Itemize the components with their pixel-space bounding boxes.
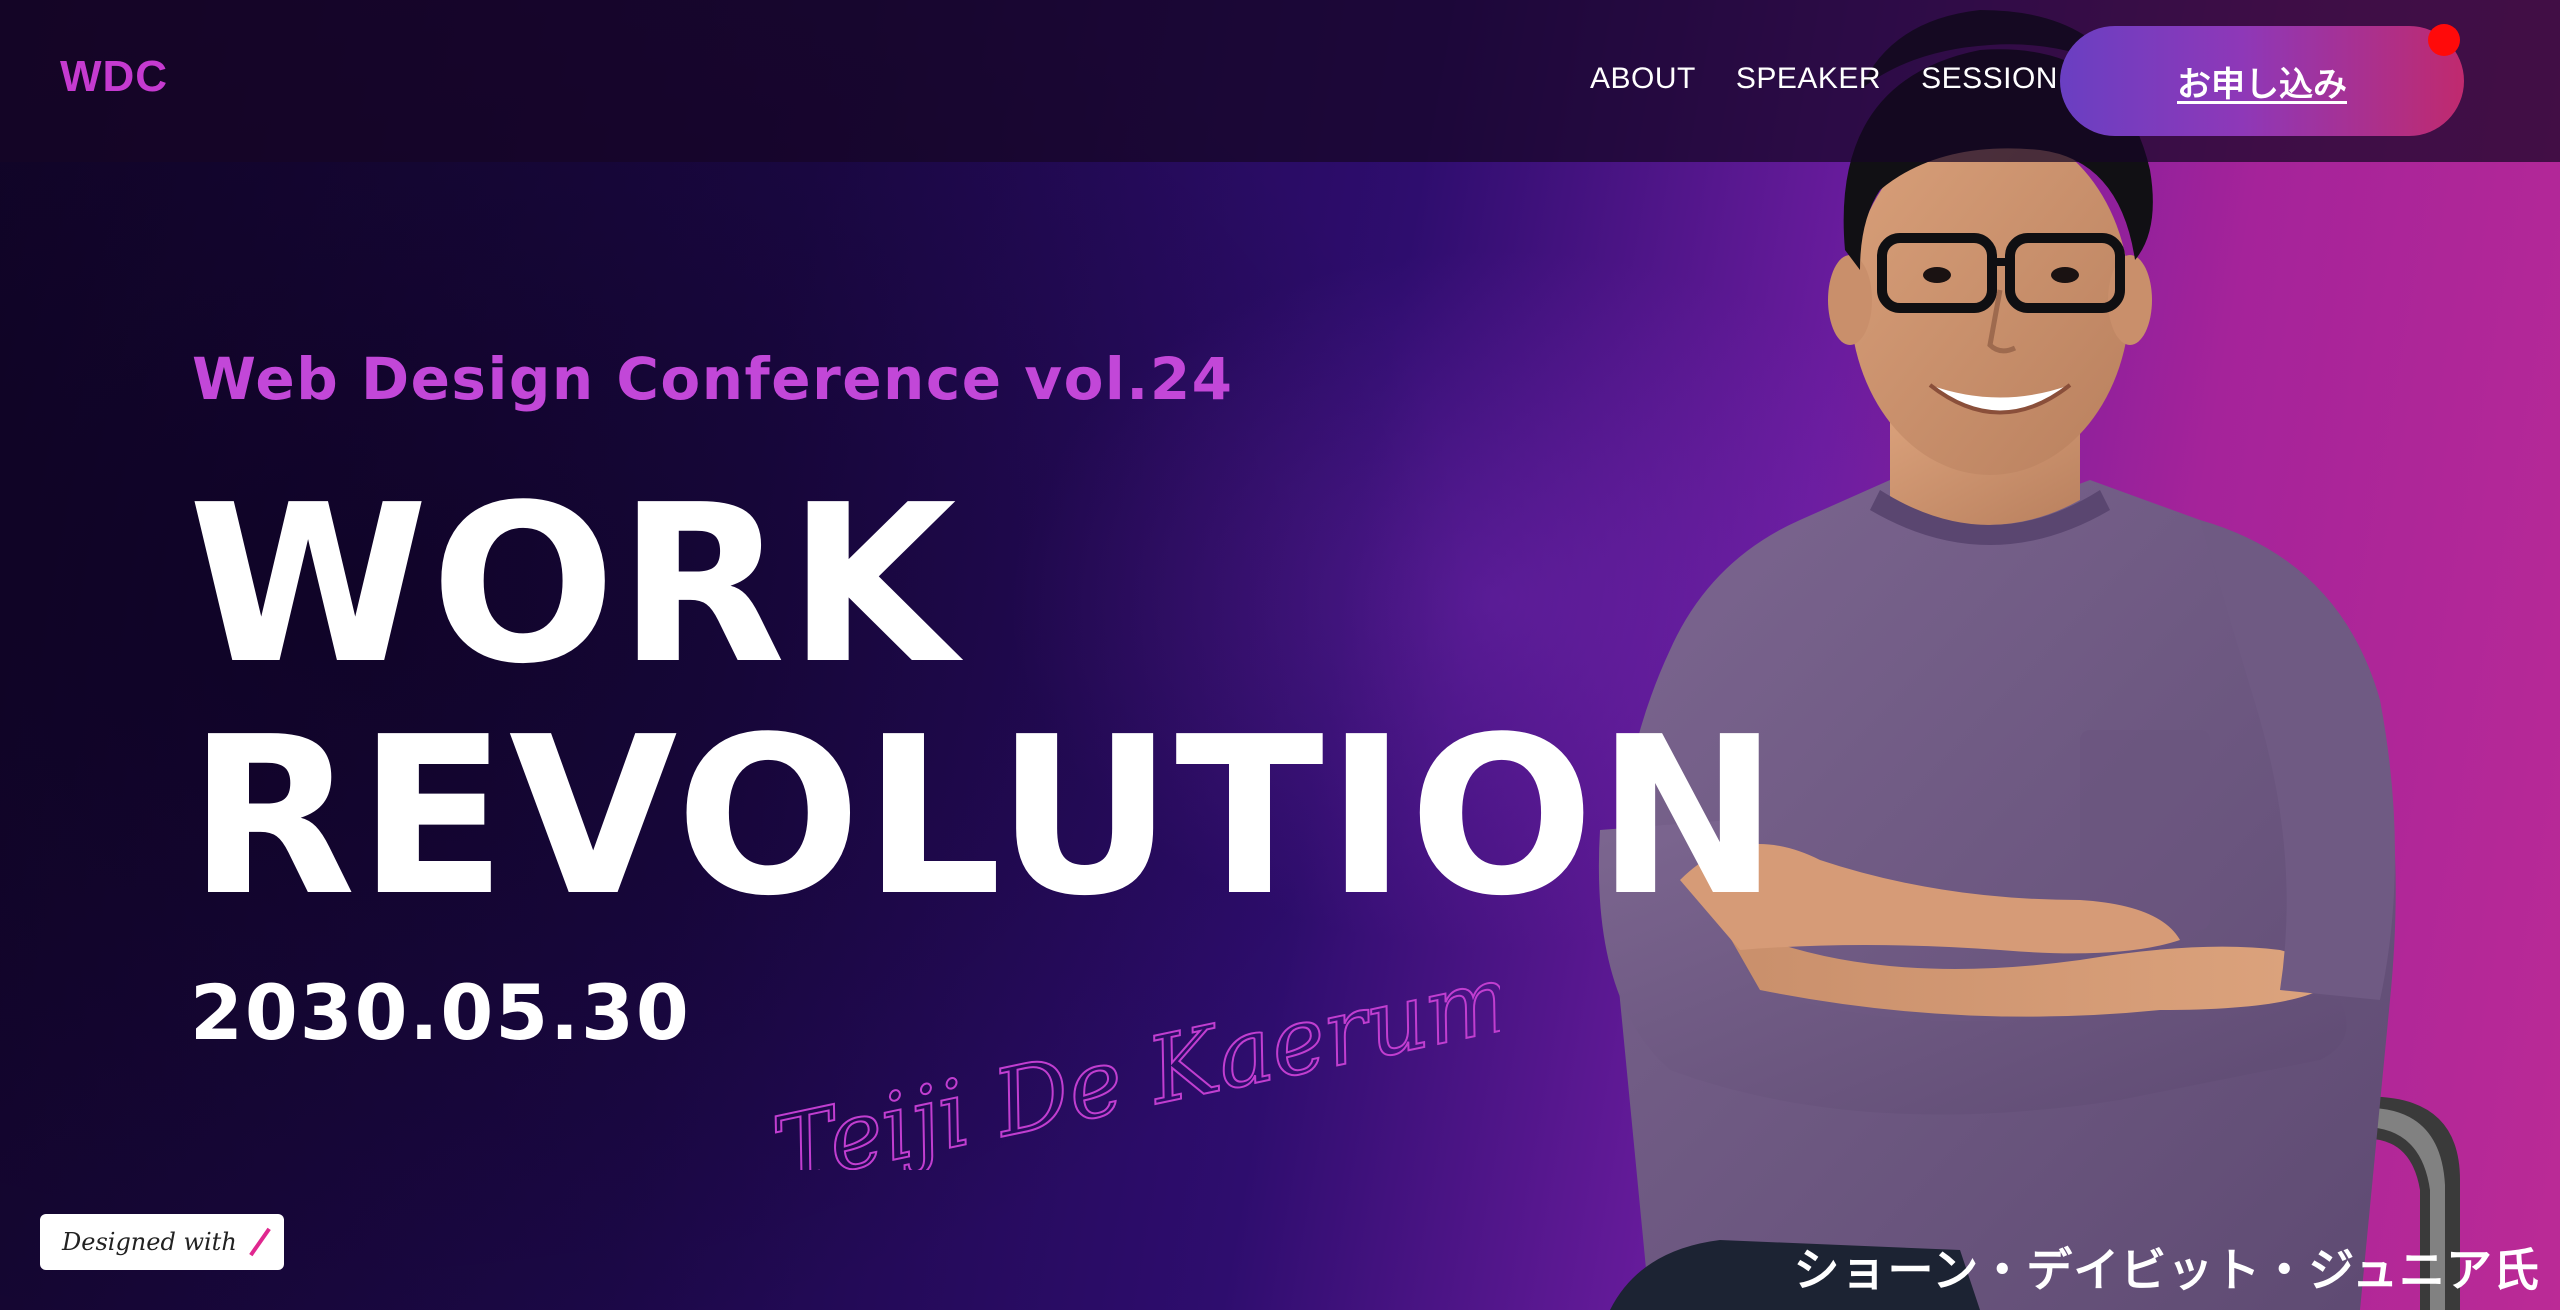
- event-date: 2030.05.30: [190, 968, 691, 1057]
- nav-link-about[interactable]: ABOUT: [1590, 62, 1696, 96]
- signature-text: Teiji De Kaerumon: [765, 920, 1500, 1170]
- headline-line-2: REVOLUTION: [188, 691, 1781, 944]
- nav-link-session[interactable]: SESSION: [1921, 62, 2058, 96]
- main-nav: ABOUT SPEAKER SESSION: [1590, 62, 2058, 96]
- apply-button[interactable]: お申し込み: [2060, 26, 2464, 136]
- headline-line-1: WORK: [188, 459, 959, 712]
- site-logo[interactable]: WDC: [60, 52, 168, 102]
- conference-subtitle: Web Design Conference vol.24: [192, 345, 1234, 413]
- badge-text: Designed with: [62, 1228, 237, 1256]
- speaker-name: ショーン・デイビット・ジュニア氏: [1793, 1243, 2540, 1297]
- hero-section: Web Design Conference vol.24 WORK REVOLU…: [0, 0, 2560, 1310]
- nav-link-speaker[interactable]: SPEAKER: [1736, 62, 1881, 96]
- designed-with-badge[interactable]: Designed with: [40, 1214, 284, 1270]
- site-header: WDC ABOUT SPEAKER SESSION お申し込み: [0, 0, 2560, 162]
- slash-icon: [249, 1227, 271, 1257]
- headline: WORK REVOLUTION: [188, 470, 1781, 934]
- speaker-signature: Teiji De Kaerumon: [764, 919, 1500, 1170]
- notification-dot: [2428, 24, 2460, 56]
- apply-button-label: お申し込み: [2177, 64, 2347, 105]
